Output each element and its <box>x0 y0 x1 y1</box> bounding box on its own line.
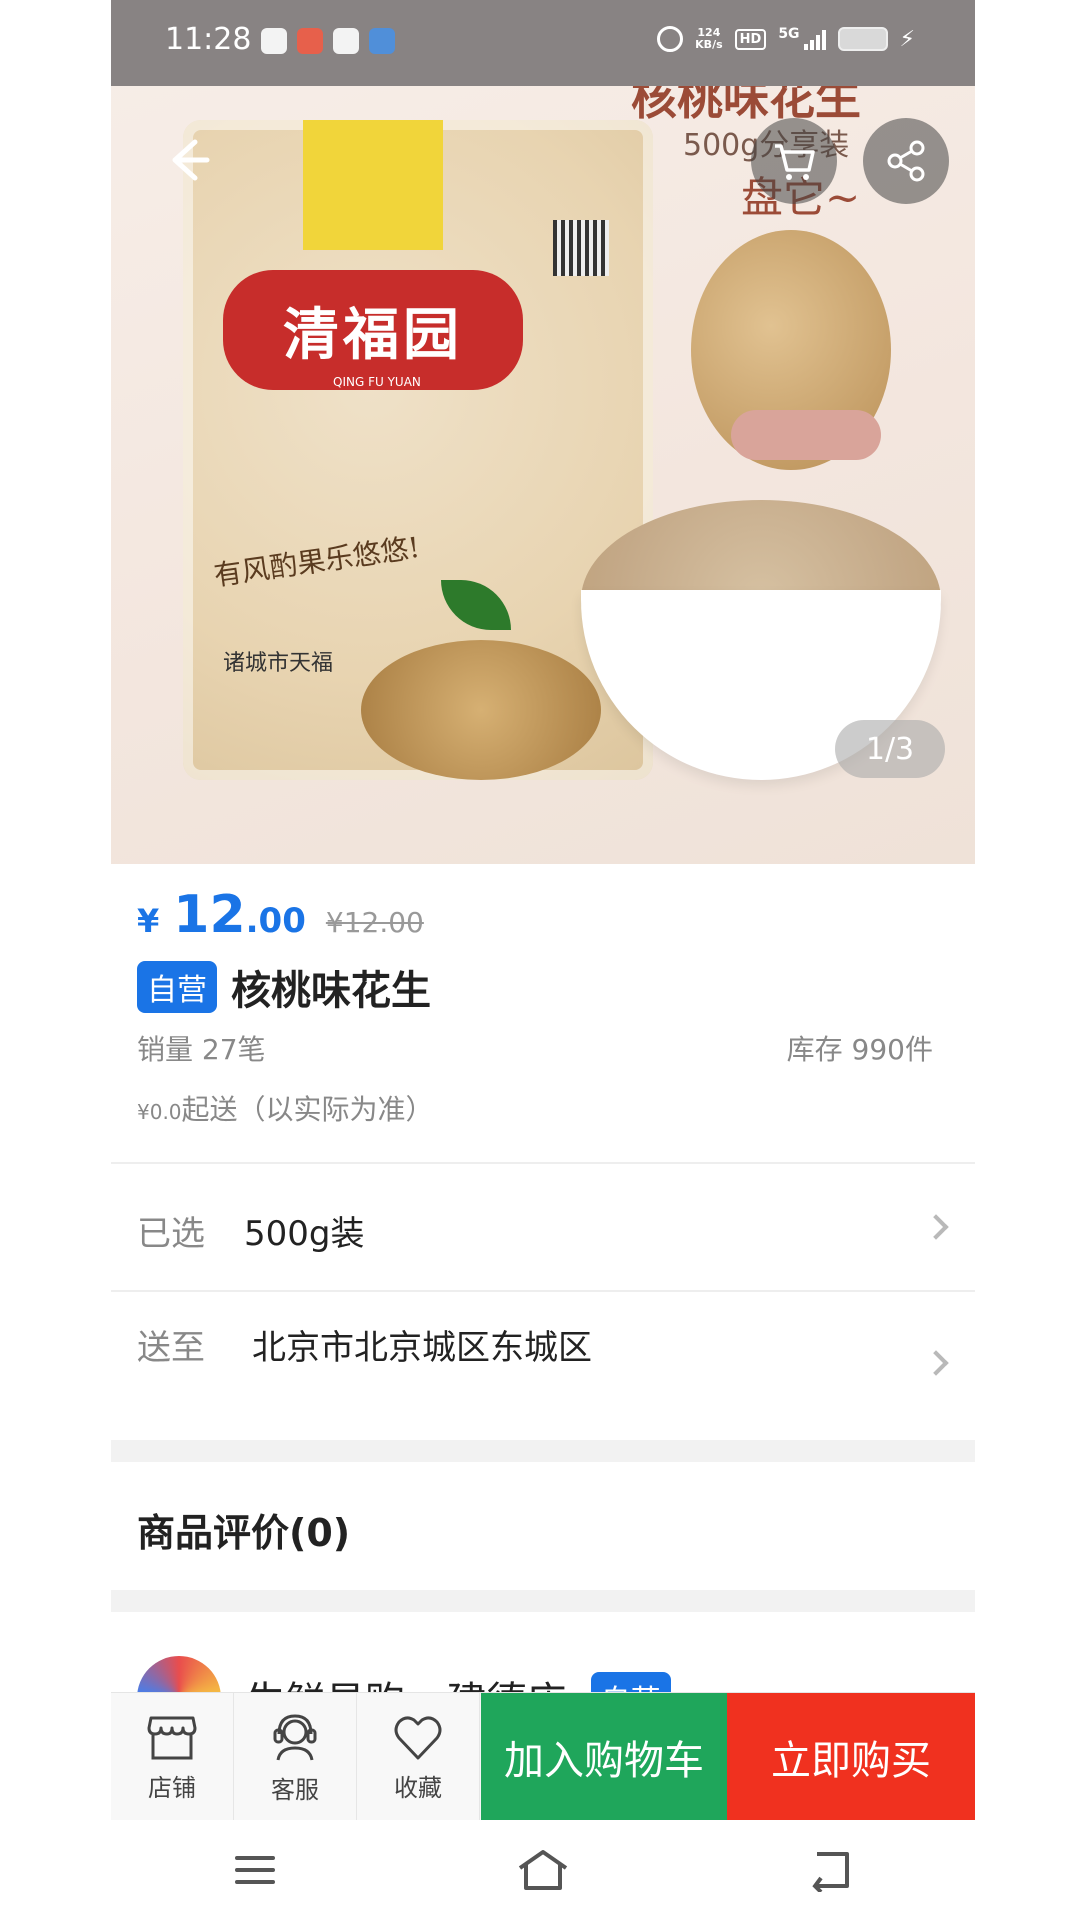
bag-maker: 诸城市天福 <box>223 651 334 676</box>
favorite-button[interactable]: 收藏 <box>357 1693 480 1821</box>
share-icon <box>887 140 925 182</box>
brand-logo: 清福园 <box>223 270 523 390</box>
price-integer: 12 <box>173 885 246 945</box>
battery-icon <box>837 27 888 51</box>
peanut-kernel-image <box>731 410 881 460</box>
system-nav-bar <box>111 1820 975 1920</box>
ship-to-label: 送至 <box>137 1328 205 1368</box>
self-operated-badge: 自营 <box>137 961 217 1013</box>
section-gap <box>111 1440 975 1462</box>
product-image-carousel[interactable]: 清福园 QING FU YUAN 有风酌果乐悠悠! 诸城市天福 核桃味花生 50… <box>111 0 975 864</box>
customer-service-button[interactable]: 客服 <box>234 1693 357 1821</box>
section-gap <box>111 1590 975 1612</box>
qr-code <box>553 220 609 276</box>
return-icon <box>812 1852 849 1892</box>
network-type: 5G <box>778 26 800 42</box>
alarm-icon <box>657 26 684 52</box>
walnuts-image <box>361 640 601 780</box>
chevron-right-icon <box>923 1350 949 1376</box>
right-margin <box>969 0 1080 1920</box>
bottom-action-bar: 店铺 客服 收藏 加入购物车 立即购买 <box>111 1692 975 1821</box>
net-speed: 124 KB/s <box>695 27 722 51</box>
charging-icon: ⚡ <box>899 26 915 52</box>
product-title: 核桃味花生 <box>231 968 431 1014</box>
store-icon <box>147 1716 197 1759</box>
chevron-right-icon <box>923 1214 949 1240</box>
shop-button[interactable]: 店铺 <box>111 1693 234 1821</box>
brand-pinyin: QING FU YUAN <box>333 375 421 389</box>
back-nav-button[interactable] <box>791 1840 871 1900</box>
price-currency: ¥ <box>137 902 160 940</box>
ship-to-row[interactable]: 送至 北京市北京城区东城区 <box>111 1292 975 1440</box>
shop-label: 店铺 <box>148 1773 196 1802</box>
cart-icon <box>775 144 815 180</box>
hd-icon: HD <box>734 28 767 50</box>
price-row: ¥ 12 .00 ¥12.00 <box>137 885 424 945</box>
message-icon <box>333 28 359 54</box>
service-label: 客服 <box>271 1775 319 1804</box>
net-speed-unit: KB/s <box>695 38 723 51</box>
favorite-label: 收藏 <box>394 1773 442 1802</box>
share-button[interactable] <box>863 118 949 204</box>
home-nav-button[interactable] <box>503 1840 583 1900</box>
price-decimal: .00 <box>245 901 306 941</box>
stock-count: 库存 990件 <box>786 1033 933 1066</box>
headset-icon <box>273 1713 317 1760</box>
reviews-title: 商品评价(0) <box>137 1511 351 1555</box>
buy-now-button[interactable]: 立即购买 <box>727 1693 975 1821</box>
system-status: 124 KB/s HD 5G ⚡ <box>657 26 915 52</box>
app-screen: 11:28 124 KB/s HD 5G ⚡ 清福园 QING FU YUAN … <box>111 0 975 1920</box>
signal-icon <box>803 28 826 50</box>
app-notification-icon <box>261 28 287 54</box>
menu-icon <box>235 1856 275 1884</box>
notification-icons <box>261 28 395 54</box>
add-to-cart-button[interactable]: 加入购物车 <box>481 1693 727 1821</box>
selected-label: 已选 <box>137 1214 205 1254</box>
page-indicator: 1/3 <box>835 720 945 778</box>
app-notification-icon <box>297 28 323 54</box>
menu-nav-button[interactable] <box>215 1840 295 1900</box>
delivery-note: 起送（以实际为准） <box>181 1093 434 1126</box>
status-bar: 11:28 124 KB/s HD 5G ⚡ <box>111 0 975 86</box>
selected-spec-row[interactable]: 已选 500g装 <box>111 1164 975 1290</box>
bag-slogan: 有风酌果乐悠悠! <box>211 530 422 593</box>
paw-icon <box>369 28 395 54</box>
cart-button[interactable] <box>751 118 837 204</box>
back-button[interactable] <box>159 130 219 190</box>
delivery-info: ¥0.0起送（以实际为准） <box>137 1088 434 1128</box>
original-price: ¥12.00 <box>325 906 424 939</box>
status-time: 11:28 <box>165 22 252 57</box>
home-icon <box>518 1850 568 1890</box>
product-title-row: 自营 核桃味花生 <box>137 958 431 1016</box>
heart-icon <box>394 1715 442 1759</box>
selected-value: 500g装 <box>244 1214 365 1254</box>
delivery-min-amount: ¥0.0 <box>137 1100 182 1124</box>
back-arrow-icon <box>172 139 210 181</box>
sales-count: 销量 27笔 <box>137 1033 266 1066</box>
left-margin <box>0 0 111 1920</box>
ship-to-address: 北京市北京城区东城区 <box>252 1328 592 1368</box>
bag-label-strip <box>303 120 443 250</box>
